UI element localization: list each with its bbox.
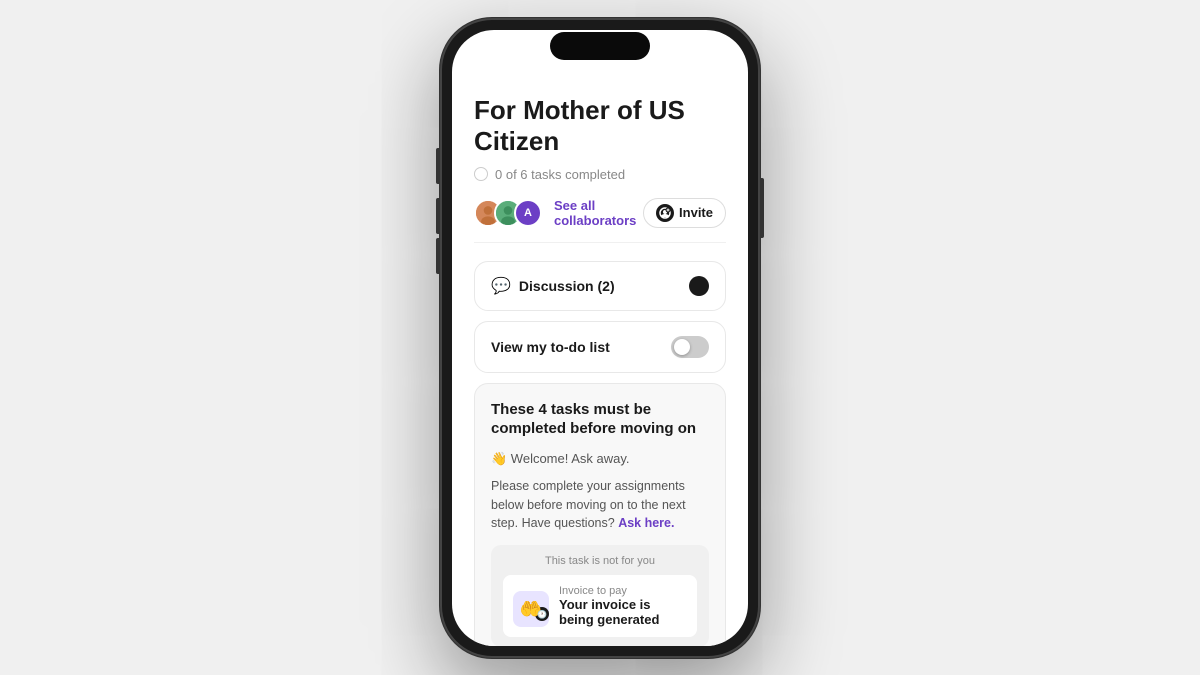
tasks-progress: 0 of 6 tasks completed bbox=[474, 167, 726, 182]
invite-icon bbox=[656, 204, 674, 222]
screen-content: For Mother of US Citizen 0 of 6 tasks co… bbox=[452, 85, 748, 646]
toggle-thumb bbox=[674, 339, 690, 355]
ask-here-link[interactable]: Ask here. bbox=[618, 516, 674, 530]
not-for-you-label: This task is not for you bbox=[503, 555, 697, 567]
invoice-icon-container: 🤲 🕐 bbox=[513, 591, 549, 621]
phone-mockup: For Mother of US Citizen 0 of 6 tasks co… bbox=[440, 18, 760, 658]
todo-row: View my to-do list bbox=[491, 336, 709, 358]
discussion-label: Discussion (2) bbox=[519, 278, 615, 294]
todo-card: View my to-do list bbox=[474, 321, 726, 373]
tasks-section: These 4 tasks must be completed before m… bbox=[474, 383, 726, 646]
invoice-card: This task is not for you 🤲 🕐 Invoice to … bbox=[491, 545, 709, 645]
discussion-row: 💬 Discussion (2) bbox=[491, 276, 709, 296]
collab-left: A See all collaborators bbox=[474, 198, 643, 228]
avatar-stack: A bbox=[474, 199, 534, 227]
discussion-left: 💬 Discussion (2) bbox=[491, 276, 615, 296]
invite-label: Invite bbox=[679, 205, 713, 220]
dynamic-island bbox=[550, 32, 650, 60]
phone-frame: For Mother of US Citizen 0 of 6 tasks co… bbox=[440, 18, 760, 658]
discussion-icon: 💬 bbox=[491, 276, 511, 296]
welcome-message: 👋 Welcome! Ask away. bbox=[491, 451, 709, 467]
description-text: Please complete your assignments below b… bbox=[491, 477, 709, 533]
todo-label: View my to-do list bbox=[491, 339, 610, 355]
tasks-heading: These 4 tasks must be completed before m… bbox=[491, 400, 709, 439]
invoice-row: 🤲 🕐 Invoice to pay Your invoice is being… bbox=[503, 575, 697, 637]
phone-screen: For Mother of US Citizen 0 of 6 tasks co… bbox=[452, 30, 748, 646]
todo-toggle[interactable] bbox=[671, 336, 709, 358]
page-title: For Mother of US Citizen bbox=[474, 95, 726, 157]
invoice-label: Invoice to pay bbox=[559, 585, 687, 597]
collaborators-row: A See all collaborators bbox=[474, 198, 726, 243]
invoice-text: Invoice to pay Your invoice is being gen… bbox=[559, 585, 687, 627]
avatar-3: A bbox=[514, 199, 542, 227]
invite-button[interactable]: Invite bbox=[643, 198, 726, 228]
progress-circle-icon bbox=[474, 167, 488, 181]
discussion-card[interactable]: 💬 Discussion (2) bbox=[474, 261, 726, 311]
see-all-collaborators-link[interactable]: See all collaborators bbox=[554, 198, 643, 228]
invoice-title: Your invoice is being generated bbox=[559, 597, 687, 627]
discussion-dot bbox=[689, 276, 709, 296]
progress-text: 0 of 6 tasks completed bbox=[495, 167, 625, 182]
